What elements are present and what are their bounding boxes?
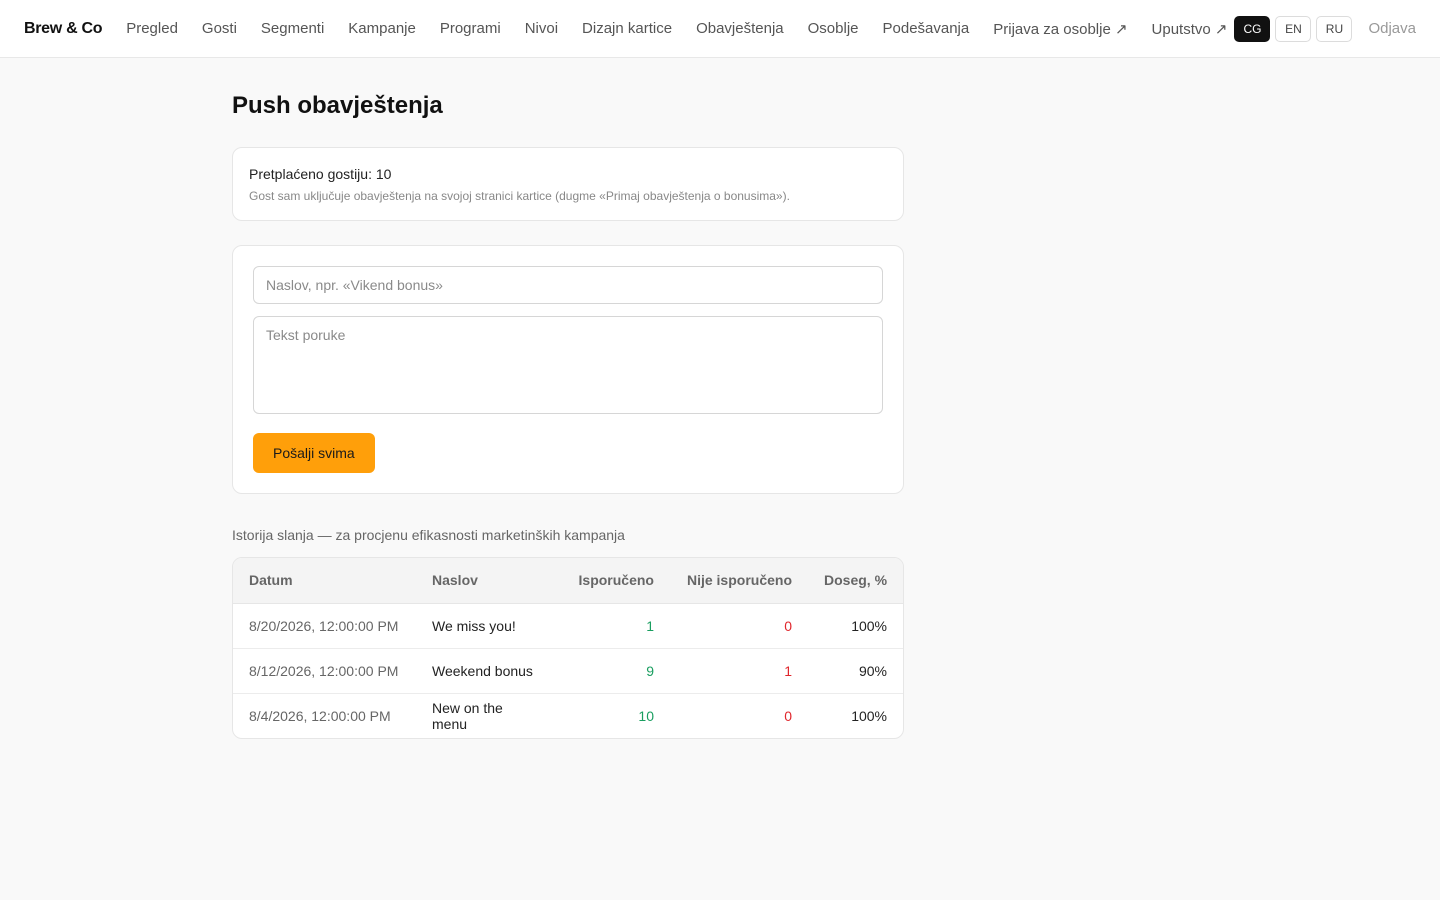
table-row: 8/20/2026, 12:00:00 PM We miss you! 1 0 100% — [233, 603, 903, 649]
cell-reach: 100% — [808, 603, 903, 649]
col-doseg: Doseg, % — [808, 558, 903, 604]
cell-date: 8/4/2026, 12:00:00 PM — [249, 707, 391, 724]
compose-form: Pošalji svima — [232, 245, 904, 494]
notification-body-textarea[interactable] — [253, 316, 883, 414]
nav-osoblje[interactable]: Osoblje — [808, 20, 859, 37]
table-row: 8/4/2026, 12:00:00 PM New on the menu 10 0 1… — [233, 693, 903, 738]
brand-logo[interactable]: Brew & Co — [24, 20, 103, 38]
history-header-row: Datum Naslov Isporučeno Nije isporučeno … — [233, 558, 903, 604]
nav-uputstvo[interactable]: Uputstvo ↗ — [1152, 20, 1228, 38]
cell-delivered: 10 — [638, 707, 654, 724]
history-table-card: Datum Naslov Isporučeno Nije isporučeno … — [232, 557, 904, 739]
lang-en-button[interactable]: EN — [1275, 15, 1312, 42]
col-isporuceno: Isporučeno — [551, 558, 670, 604]
history-table: Datum Naslov Isporučeno Nije isporučeno … — [233, 558, 903, 738]
nav-dizajn-kartice[interactable]: Dizajn kartice — [582, 20, 672, 37]
col-naslov: Naslov — [416, 558, 551, 604]
cell-reach: 100% — [851, 707, 887, 724]
nav-podesavanja[interactable]: Podešavanja — [883, 20, 970, 37]
nav-nivoi[interactable]: Nivoi — [525, 20, 558, 37]
col-datum: Datum — [233, 558, 416, 604]
nav-pregled[interactable]: Pregled — [126, 20, 178, 37]
cell-failed: 0 — [784, 707, 792, 724]
cell-date: 8/20/2026, 12:00:00 PM — [233, 603, 416, 649]
lang-ru-button[interactable]: RU — [1316, 15, 1353, 42]
nav-obavjestenja[interactable]: Obavještenja — [696, 20, 784, 37]
cell-reach: 90% — [808, 648, 903, 694]
cell-title: We miss you! — [416, 603, 551, 649]
subscribers-count: Pretplaćeno gostiju: 10 — [249, 166, 392, 182]
nav-programi[interactable]: Programi — [440, 20, 501, 37]
top-navigation: Brew & Co Pregled Gosti Segmenti Kampanje Pr… — [0, 0, 1440, 58]
send-to-all-button[interactable]: Pošalji svima — [253, 433, 375, 473]
lang-cg-button[interactable]: CG — [1234, 15, 1271, 42]
cell-date: 8/12/2026, 12:00:00 PM — [233, 648, 416, 694]
subscribers-hint: Gost sam uključuje obavještenja na svojo… — [249, 189, 790, 203]
nav-segmenti[interactable]: Segmenti — [261, 20, 324, 37]
history-title: Istorija slanja — za procjenu efikasnost… — [232, 527, 625, 543]
header-actions: CG EN RU Odjava — [1234, 15, 1416, 42]
nav-links: Pregled Gosti Segmenti Kampanje Programi Nivo… — [126, 20, 1234, 38]
table-row: 8/12/2026, 12:00:00 PM Weekend bonus 9 1 90% — [233, 648, 903, 694]
col-nije-isporuceno: Nije isporučeno — [670, 558, 808, 604]
nav-kampanje[interactable]: Kampanje — [348, 20, 416, 37]
main-content: Push obavještenja Pretplaćeno gostiju: 1… — [232, 92, 904, 739]
cell-failed: 0 — [670, 603, 808, 649]
cell-title: Weekend bonus — [416, 648, 551, 694]
cell-delivered: 1 — [551, 603, 670, 649]
nav-gosti[interactable]: Gosti — [202, 20, 237, 37]
subscribers-card: Pretplaćeno gostiju: 10 Gost sam uključu… — [232, 147, 904, 221]
nav-prijava-za-osoblje[interactable]: Prijava za osoblje ↗ — [993, 20, 1127, 38]
history-body: 8/20/2026, 12:00:00 PM We miss you! 1 0 100%… — [233, 603, 903, 738]
cell-failed: 1 — [670, 648, 808, 694]
logout-link[interactable]: Odjava — [1368, 20, 1416, 37]
page-title: Push obavještenja — [232, 92, 443, 119]
cell-delivered: 9 — [551, 648, 670, 694]
notification-title-input[interactable] — [253, 266, 883, 304]
cell-title: New on the menu — [432, 699, 503, 732]
